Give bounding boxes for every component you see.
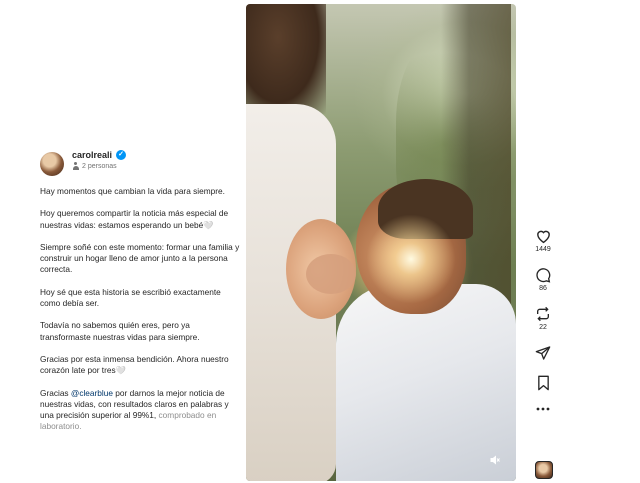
like-count: 1449 [535, 246, 551, 253]
person-icon [72, 162, 79, 170]
collaborators-line[interactable]: 2 personas [72, 162, 126, 170]
caption-panel: carolreali ✓ 2 personas Hay momentos que… [40, 150, 240, 444]
username-line: carolreali ✓ [72, 150, 127, 160]
mention-link[interactable]: @clearblue [71, 388, 113, 398]
repost-button[interactable]: 22 [535, 306, 551, 331]
more-icon [536, 407, 550, 411]
caption-paragraph: Hoy queremos compartir la noticia más es… [40, 208, 229, 230]
audio-thumbnail[interactable] [535, 461, 553, 479]
caption-text: Hay momentos que cambian la vida para si… [40, 186, 240, 433]
heart-icon [536, 230, 550, 244]
bookmark-icon [537, 375, 549, 391]
action-column: 1449 86 22 [527, 228, 559, 411]
author-row: carolreali ✓ 2 personas [40, 150, 240, 176]
avatar[interactable] [40, 152, 64, 176]
caption-text-segment: Gracias [40, 387, 71, 398]
caption-paragraph: Todavía no sabemos quién eres, pero ya t… [40, 320, 200, 342]
comment-count: 86 [539, 285, 547, 292]
send-icon [535, 346, 551, 360]
comment-button[interactable]: 86 [535, 267, 551, 292]
caption-paragraph: Hay momentos que cambian la vida para si… [40, 186, 225, 196]
send-button[interactable] [535, 345, 551, 361]
collaborators-count: 2 personas [82, 162, 117, 170]
sun-flare [366, 214, 456, 304]
like-button[interactable]: 1449 [535, 228, 552, 253]
caption-paragraph: Hoy sé que esta historia se escribió exa… [40, 286, 221, 309]
more-options-button[interactable] [536, 407, 550, 411]
muted-speaker-icon[interactable] [486, 451, 504, 469]
caption-paragraph: Siempre soñé con este momento: formar un… [40, 241, 240, 275]
save-button[interactable] [536, 375, 551, 391]
caption-paragraph-last: Gracias @clearblue por darnos la mejor n… [40, 388, 240, 433]
share-count: 22 [539, 324, 547, 331]
comment-bubble-icon [536, 268, 551, 283]
caption-paragraph: Gracias por esta inmensa bendición. Ahor… [40, 353, 229, 376]
reel-video[interactable] [246, 4, 516, 481]
author-meta: carolreali ✓ 2 personas [72, 150, 127, 170]
hands [306, 254, 356, 294]
username[interactable]: carolreali [72, 150, 112, 160]
repost-icon [537, 306, 549, 322]
verified-badge-icon: ✓ [116, 150, 127, 160]
woman-hair [246, 4, 326, 114]
